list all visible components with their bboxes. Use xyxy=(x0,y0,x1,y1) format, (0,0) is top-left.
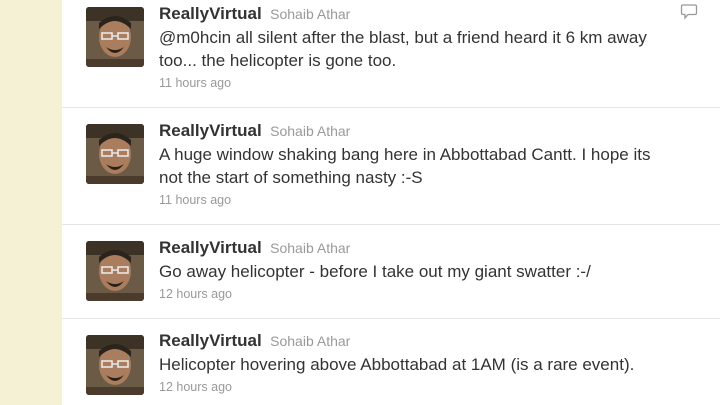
tweet-item: ReallyVirtual Sohaib Athar Go away helic… xyxy=(62,225,720,319)
avatar-photo-icon xyxy=(86,124,144,184)
tweet-timestamp[interactable]: 11 hours ago xyxy=(159,192,714,208)
tweet-timeline: ReallyVirtual Sohaib Athar @m0hcin all s… xyxy=(62,0,720,405)
tweet-header: ReallyVirtual Sohaib Athar xyxy=(159,238,714,258)
full-name: Sohaib Athar xyxy=(270,6,351,22)
tweet-item: ReallyVirtual Sohaib Athar Helicopter ho… xyxy=(62,319,720,405)
speech-bubble-icon[interactable] xyxy=(680,3,698,21)
avatar-photo-icon xyxy=(86,7,144,67)
avatar-photo-icon xyxy=(86,241,144,301)
avatar[interactable] xyxy=(86,124,144,184)
tweet-text-line: @m0hcin all silent after the blast, but … xyxy=(159,28,647,47)
tweet-timestamp[interactable]: 12 hours ago xyxy=(159,286,714,302)
tweet-text: @m0hcin all silent after the blast, but … xyxy=(159,26,714,72)
tweet-content: ReallyVirtual Sohaib Athar @m0hcin all s… xyxy=(159,4,714,91)
avatar-photo-icon xyxy=(86,335,144,395)
tweet-item: ReallyVirtual Sohaib Athar A huge window… xyxy=(62,108,720,225)
tweet-content: ReallyVirtual Sohaib Athar A huge window… xyxy=(159,121,714,208)
tweet-header: ReallyVirtual Sohaib Athar xyxy=(159,4,714,24)
tweet-header: ReallyVirtual Sohaib Athar xyxy=(159,331,714,351)
tweet-text: Go away helicopter - before I take out m… xyxy=(159,260,714,283)
full-name: Sohaib Athar xyxy=(270,240,351,256)
avatar[interactable] xyxy=(86,241,144,301)
tweet-text: A huge window shaking bang here in Abbot… xyxy=(159,143,714,189)
full-name: Sohaib Athar xyxy=(270,333,351,349)
tweet-item: ReallyVirtual Sohaib Athar @m0hcin all s… xyxy=(62,0,720,108)
tweet-text-line: too... the helicopter is gone too. xyxy=(159,51,397,70)
avatar[interactable] xyxy=(86,335,144,395)
tweet-text-line: not the start of something nasty :-S xyxy=(159,168,423,187)
tweet-text-line: Go away helicopter - before I take out m… xyxy=(159,262,591,281)
tweet-header: ReallyVirtual Sohaib Athar xyxy=(159,121,714,141)
tweet-text-line: A huge window shaking bang here in Abbot… xyxy=(159,145,651,164)
screen-name-link[interactable]: ReallyVirtual xyxy=(159,121,262,140)
tweet-content: ReallyVirtual Sohaib Athar Go away helic… xyxy=(159,238,714,302)
tweet-text: Helicopter hovering above Abbottabad at … xyxy=(159,353,714,376)
tweet-timestamp[interactable]: 11 hours ago xyxy=(159,75,714,91)
full-name: Sohaib Athar xyxy=(270,123,351,139)
screen-name-link[interactable]: ReallyVirtual xyxy=(159,4,262,23)
tweet-content: ReallyVirtual Sohaib Athar Helicopter ho… xyxy=(159,331,714,395)
tweet-timestamp[interactable]: 12 hours ago xyxy=(159,379,714,395)
page-background-gutter xyxy=(0,0,62,405)
screen-name-link[interactable]: ReallyVirtual xyxy=(159,331,262,350)
screen-name-link[interactable]: ReallyVirtual xyxy=(159,238,262,257)
avatar[interactable] xyxy=(86,7,144,67)
tweet-text-line: Helicopter hovering above Abbottabad at … xyxy=(159,355,635,374)
